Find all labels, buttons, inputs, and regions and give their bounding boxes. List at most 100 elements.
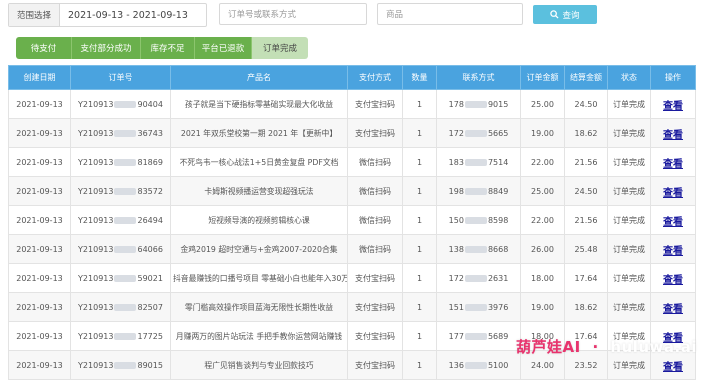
cell-amount: 22.00 xyxy=(520,147,565,177)
search-button-label: 查询 xyxy=(562,10,580,21)
cell-date: 2021-09-13 xyxy=(8,234,71,264)
view-order-link[interactable]: 查看 xyxy=(663,159,683,170)
contact-prefix: 177 xyxy=(448,331,464,341)
cell-order-no: Y210913 90404 xyxy=(70,89,171,119)
tab-completed[interactable]: 订单完成 xyxy=(252,37,308,59)
cell-quantity: 1 xyxy=(402,263,437,293)
contact-suffix: 8849 xyxy=(487,186,509,196)
cell-order-no: Y210913 26494 xyxy=(70,205,171,235)
redacted-mark xyxy=(464,361,487,369)
cell-status: 订单完成 xyxy=(607,89,651,119)
cell-quantity: 1 xyxy=(402,292,437,322)
product-search-input[interactable]: 商品 xyxy=(377,3,523,25)
view-order-link[interactable]: 查看 xyxy=(663,275,683,286)
tab-out-of-stock[interactable]: 库存不足 xyxy=(141,37,195,59)
cell-settlement: 17.64 xyxy=(564,263,608,293)
cell-order-no: Y210913 59021 xyxy=(70,263,171,293)
watermark-separator: · xyxy=(592,338,599,356)
order-search-input[interactable]: 订单号或联系方式 xyxy=(219,3,367,25)
cell-action: 查看 xyxy=(650,205,696,235)
cell-settlement: 25.48 xyxy=(564,234,608,264)
order-no-prefix: Y210913 xyxy=(78,215,114,225)
cell-payment: 微信扫码 xyxy=(347,176,403,206)
cell-quantity: 1 xyxy=(402,118,437,148)
search-button[interactable]: 查询 xyxy=(533,5,597,24)
contact-suffix: 8668 xyxy=(487,244,509,254)
order-no-prefix: Y210913 xyxy=(78,331,114,341)
order-no-suffix: 89015 xyxy=(137,360,163,370)
cell-order-no: Y210913 64066 xyxy=(70,234,171,264)
cell-status: 订单完成 xyxy=(607,118,651,148)
table-row: 2021-09-13 Y210913 64066 金鸡2019 超时空通与+金鸡200… xyxy=(8,234,696,264)
column-header: 数量 xyxy=(402,65,437,90)
cell-settlement: 24.50 xyxy=(564,176,608,206)
view-order-link[interactable]: 查看 xyxy=(663,101,683,112)
tab-partial-payment[interactable]: 支付部分成功 xyxy=(72,37,141,59)
contact-prefix: 150 xyxy=(448,215,464,225)
redacted-mark xyxy=(464,216,487,224)
cell-contact: 177 5689 xyxy=(436,321,521,351)
table-row: 2021-09-13 Y210913 81869 不死鸟韦一核心战法1+5日黄金复盘 … xyxy=(8,147,696,177)
cell-date: 2021-09-13 xyxy=(8,205,71,235)
tab-pending-payment[interactable]: 待支付 xyxy=(16,37,72,59)
column-header: 结算金额 xyxy=(564,65,608,90)
cell-order-no: Y210913 89015 xyxy=(70,350,171,380)
cell-date: 2021-09-13 xyxy=(8,176,71,206)
redacted-mark xyxy=(464,129,487,137)
tab-refunded[interactable]: 平台已退款 xyxy=(195,37,252,59)
redacted-mark xyxy=(464,158,487,166)
column-header: 联系方式 xyxy=(436,65,521,90)
order-no-suffix: 36743 xyxy=(137,128,163,138)
cell-quantity: 1 xyxy=(402,89,437,119)
cell-action: 查看 xyxy=(650,263,696,293)
status-tabs: 待支付 支付部分成功 库存不足 平台已退款 订单完成 xyxy=(16,37,308,59)
date-range-picker[interactable]: 范围选择 2021-09-13 - 2021-09-13 xyxy=(8,3,207,27)
cell-status: 订单完成 xyxy=(607,205,651,235)
view-order-link[interactable]: 查看 xyxy=(663,304,683,315)
cell-contact: 183 7514 xyxy=(436,147,521,177)
cell-settlement: 21.56 xyxy=(564,205,608,235)
order-no-prefix: Y210913 xyxy=(78,302,114,312)
column-header: 操作 xyxy=(650,65,696,90)
contact-prefix: 172 xyxy=(448,128,464,138)
table-row: 2021-09-13 Y210913 59021 抖音最赚钱的口播号项目 零基础小白也… xyxy=(8,263,696,293)
redacted-mark xyxy=(114,187,137,195)
orders-table: 创建日期 订单号 产品名 支付方式 数量 联系方式 订单金额 结算金额 状态 操… xyxy=(8,65,696,380)
cell-amount: 19.00 xyxy=(520,292,565,322)
cell-product: 短视频导演的视频剪辑核心课 xyxy=(170,205,348,235)
order-no-suffix: 17725 xyxy=(137,331,163,341)
cell-order-no: Y210913 17725 xyxy=(70,321,171,351)
view-order-link[interactable]: 查看 xyxy=(663,217,683,228)
order-no-suffix: 64066 xyxy=(137,244,163,254)
cell-payment: 支付宝扫码 xyxy=(347,118,403,148)
redacted-mark xyxy=(114,303,137,311)
date-range-value[interactable]: 2021-09-13 - 2021-09-13 xyxy=(60,10,188,21)
cell-product: 孩子就是当下硬指标零基础实现最大化收益 xyxy=(170,89,348,119)
column-header: 订单金额 xyxy=(520,65,565,90)
cell-amount: 22.00 xyxy=(520,205,565,235)
contact-suffix: 8598 xyxy=(487,215,509,225)
order-no-prefix: Y210913 xyxy=(78,186,114,196)
contact-prefix: 151 xyxy=(448,302,464,312)
cell-date: 2021-09-13 xyxy=(8,292,71,322)
cell-date: 2021-09-13 xyxy=(8,89,71,119)
column-header: 订单号 xyxy=(70,65,171,90)
table-header-row: 创建日期 订单号 产品名 支付方式 数量 联系方式 订单金额 结算金额 状态 操… xyxy=(8,65,696,90)
redacted-mark xyxy=(464,100,487,108)
view-order-link[interactable]: 查看 xyxy=(663,362,683,373)
watermark-site: huluwa.ai xyxy=(610,338,697,356)
contact-prefix: 183 xyxy=(448,157,464,167)
cell-action: 查看 xyxy=(650,292,696,322)
cell-amount: 19.00 xyxy=(520,118,565,148)
redacted-mark xyxy=(114,361,137,369)
view-order-link[interactable]: 查看 xyxy=(663,188,683,199)
contact-suffix: 5665 xyxy=(487,128,509,138)
cell-date: 2021-09-13 xyxy=(8,263,71,293)
cell-action: 查看 xyxy=(650,89,696,119)
cell-contact: 136 5100 xyxy=(436,350,521,380)
cell-product: 卡姆斯视频播运营变现超强玩法 xyxy=(170,176,348,206)
redacted-mark xyxy=(114,332,137,340)
view-order-link[interactable]: 查看 xyxy=(663,130,683,141)
view-order-link[interactable]: 查看 xyxy=(663,246,683,257)
order-no-prefix: Y210913 xyxy=(78,244,114,254)
